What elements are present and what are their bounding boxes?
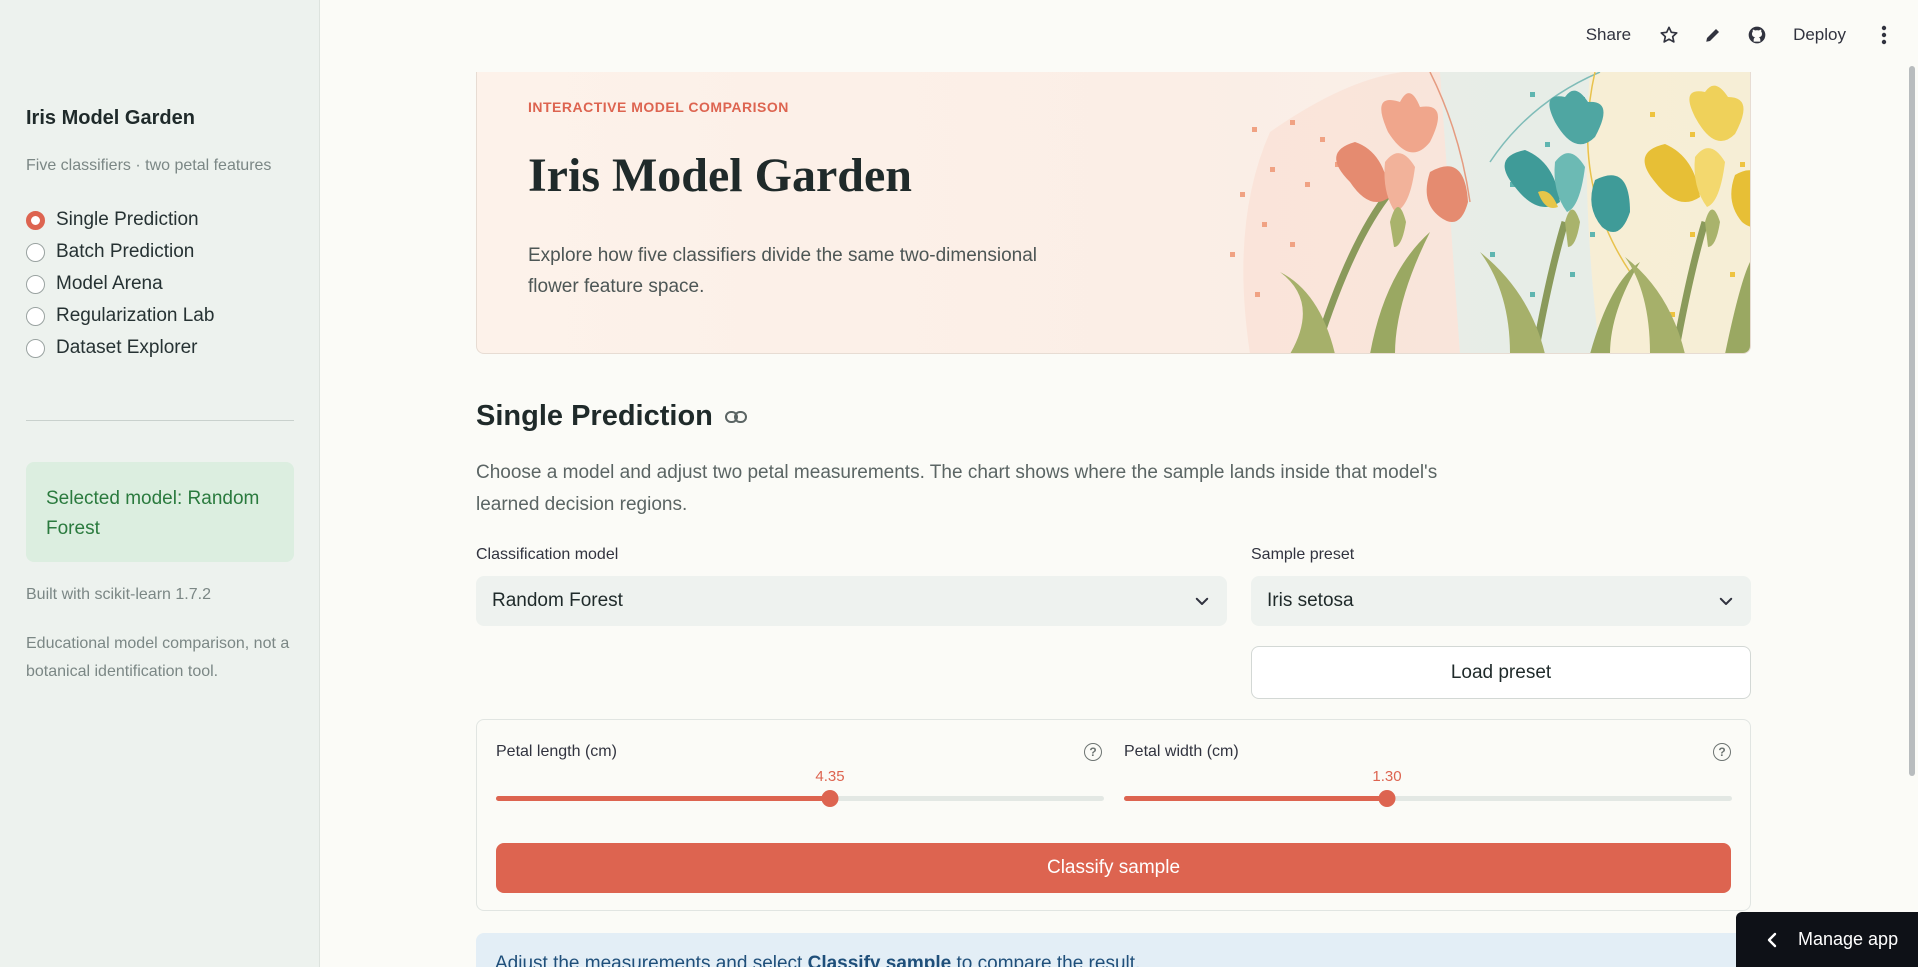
petal-width-label: Petal width (cm) xyxy=(1124,743,1239,760)
radio-icon[interactable] xyxy=(26,338,45,358)
slider-fill xyxy=(496,796,830,801)
selected-model-alert: Selected model: Random Forest xyxy=(26,462,294,562)
built-with-caption: Built with scikit-learn 1.7.2 xyxy=(26,586,211,603)
help-icon[interactable]: ? xyxy=(1713,743,1731,761)
nav-item-dataset-explorer[interactable]: Dataset Explorer xyxy=(26,332,214,364)
nav-item-regularization-lab[interactable]: Regularization Lab xyxy=(26,300,214,332)
classify-sample-button[interactable]: Classify sample xyxy=(496,843,1731,893)
pencil-icon[interactable] xyxy=(1701,23,1725,47)
app-toolbar: Share Deploy xyxy=(1586,18,1918,52)
petal-width-value: 1.30 xyxy=(1372,768,1402,785)
disclaimer-caption: Educational model comparison, not a bota… xyxy=(26,635,290,680)
sidebar-subtitle: Five classifiers · two petal features xyxy=(26,157,272,174)
chevron-left-icon xyxy=(1767,932,1777,947)
info-alert: Adjust the measurements and select Class… xyxy=(476,933,1751,967)
manage-app-label: Manage app xyxy=(1798,929,1899,949)
iris-illustration xyxy=(1230,72,1750,353)
nav-item-label: Batch Prediction xyxy=(56,241,195,262)
link-icon[interactable] xyxy=(724,410,747,424)
sidebar-divider xyxy=(26,420,294,421)
nav-item-single-prediction[interactable]: Single Prediction xyxy=(26,204,214,236)
petal-width-slider[interactable] xyxy=(1124,790,1732,807)
radio-selected-icon[interactable] xyxy=(26,210,45,230)
section-title-text: Single Prediction xyxy=(476,400,713,432)
model-select-value: Random Forest xyxy=(492,590,623,611)
manage-app-button[interactable]: Manage app xyxy=(1736,912,1918,967)
github-icon[interactable] xyxy=(1745,23,1769,47)
load-preset-button[interactable]: Load preset xyxy=(1251,646,1751,699)
star-icon[interactable] xyxy=(1657,23,1681,47)
preset-select-value: Iris setosa xyxy=(1267,590,1354,611)
model-select[interactable]: Random Forest xyxy=(476,576,1227,626)
hero-eyebrow: INTERACTIVE MODEL COMPARISON xyxy=(528,99,789,115)
petal-length-value: 4.35 xyxy=(815,768,845,785)
nav-item-label: Regularization Lab xyxy=(56,305,215,326)
info-text-bold: Classify sample xyxy=(807,953,952,967)
measurement-form: Petal length (cm) ? 4.35 Petal width (cm… xyxy=(476,719,1751,911)
scrollbar-thumb[interactable] xyxy=(1909,66,1915,776)
nav-item-model-arena[interactable]: Model Arena xyxy=(26,268,214,300)
page-nav: Single Prediction Batch Prediction Model… xyxy=(26,204,214,364)
slider-fill xyxy=(1124,796,1387,801)
help-icon[interactable]: ? xyxy=(1084,743,1102,761)
radio-icon[interactable] xyxy=(26,274,45,294)
hero-title: Iris Model Garden xyxy=(528,149,912,202)
preset-select-label: Sample preset xyxy=(1251,546,1355,563)
deploy-button[interactable]: Deploy xyxy=(1793,25,1846,45)
sidebar-title: Iris Model Garden xyxy=(26,107,195,129)
section-title: Single Prediction xyxy=(476,400,747,433)
petal-length-slider[interactable] xyxy=(496,790,1104,807)
chevron-down-icon xyxy=(1719,597,1733,605)
hero-banner: INTERACTIVE MODEL COMPARISON Iris Model … xyxy=(476,72,1751,354)
nav-item-label: Dataset Explorer xyxy=(56,337,198,358)
radio-icon[interactable] xyxy=(26,306,45,326)
chevron-down-icon xyxy=(1195,597,1209,605)
nav-item-batch-prediction[interactable]: Batch Prediction xyxy=(26,236,214,268)
nav-item-label: Model Arena xyxy=(56,273,163,294)
info-text-pre: Adjust the measurements and select xyxy=(495,953,808,967)
info-text-post: to compare the result. xyxy=(951,953,1141,967)
kebab-menu-icon[interactable] xyxy=(1872,23,1896,47)
petal-length-label: Petal length (cm) xyxy=(496,743,617,760)
radio-icon[interactable] xyxy=(26,242,45,262)
slider-thumb[interactable] xyxy=(821,790,839,807)
nav-item-label: Single Prediction xyxy=(56,209,199,230)
section-description: Choose a model and adjust two petal meas… xyxy=(476,462,1438,515)
model-select-label: Classification model xyxy=(476,546,619,563)
share-button[interactable]: Share xyxy=(1586,25,1631,45)
preset-select[interactable]: Iris setosa xyxy=(1251,576,1751,626)
hero-description: Explore how five classifiers divide the … xyxy=(528,245,1038,297)
sidebar: Iris Model Garden Five classifiers · two… xyxy=(0,0,320,967)
slider-thumb[interactable] xyxy=(1378,790,1396,807)
